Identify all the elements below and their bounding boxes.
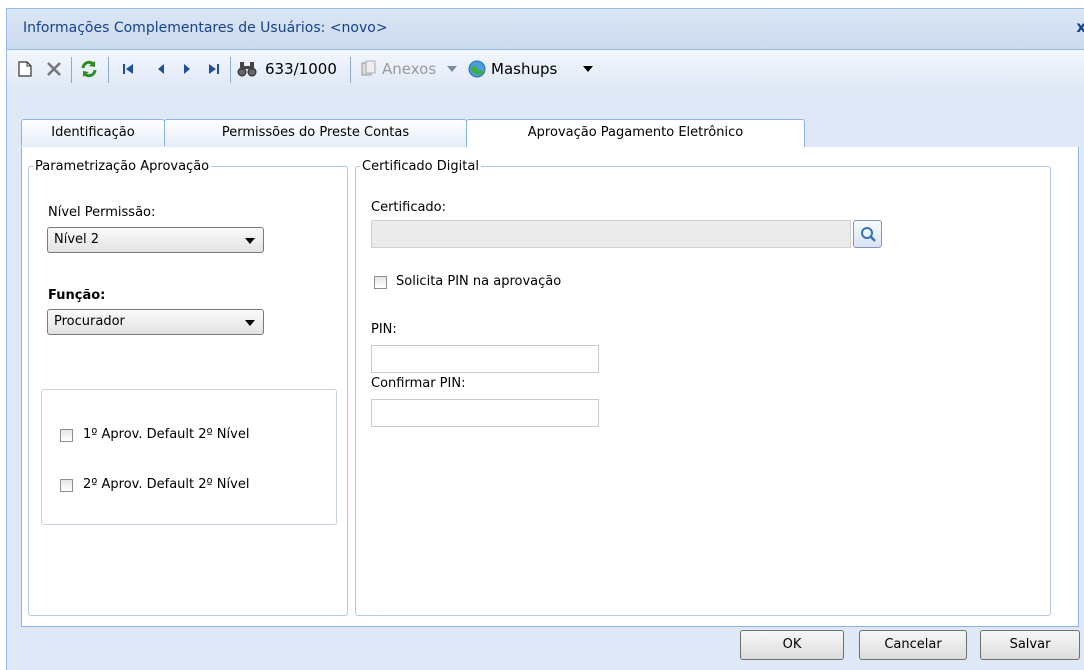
first-record-icon[interactable] [117,58,139,80]
chevron-down-icon [245,320,255,326]
solicita-pin-checkbox[interactable] [374,276,387,289]
nivel-permissao-value: Nível 2 [54,232,100,247]
refresh-icon[interactable] [77,58,101,80]
tab-strip: Identificação Permissões do Preste Conta… [21,119,1079,148]
cancel-button[interactable]: Cancelar [859,630,967,660]
aprov-default-group [41,389,337,525]
delete-icon[interactable] [43,58,65,80]
search-binoculars-icon[interactable] [235,58,259,80]
nivel-permissao-label: Nível Permissão: [48,205,156,220]
record-counter: 633/1000 [265,60,337,78]
toolbar-separator [71,57,72,83]
certificado-digital-legend: Certificado Digital [362,159,479,174]
funcao-select[interactable]: Procurador [47,309,264,335]
funcao-value: Procurador [54,314,125,329]
next-record-icon[interactable] [177,58,197,80]
mashups-button[interactable]: Mashups [491,60,557,78]
certificado-label: Certificado: [371,200,447,215]
certificado-field[interactable] [371,220,851,248]
last-record-icon[interactable] [203,58,225,80]
toolbar-separator [230,57,231,83]
aprov2-default-label: 2º Aprov. Default 2º Nível [83,477,250,492]
chevron-down-icon[interactable] [445,58,459,80]
mashups-globe-icon[interactable] [465,58,489,80]
funcao-label: Função: [48,288,106,303]
ok-button[interactable]: OK [740,630,844,660]
tab-content: Parametrização Aprovação Nível Permissão… [21,147,1079,627]
chevron-down-icon[interactable] [581,58,595,80]
tab-permissoes-preste-contas[interactable]: Permissões do Preste Contas [164,119,467,146]
tab-label: Identificação [51,125,135,140]
previous-record-icon[interactable] [151,58,171,80]
tab-aprovacao-pagamento-eletronico[interactable]: Aprovação Pagamento Eletrônico [466,119,805,148]
close-icon[interactable]: x [1076,18,1084,36]
chevron-down-icon [245,238,255,244]
param-aprovacao-legend: Parametrização Aprovação [35,159,210,174]
new-document-icon[interactable] [15,58,35,80]
window-title: Informações Complementares de Usuários: … [23,20,388,36]
tab-label: Permissões do Preste Contas [221,125,410,140]
tab-identificacao[interactable]: Identificação [21,119,165,146]
anexos-button[interactable]: Anexos [382,60,436,78]
pin-label: PIN: [371,322,397,337]
pin-field[interactable] [371,345,599,373]
confirmar-pin-field[interactable] [371,399,599,427]
confirmar-pin-label: Confirmar PIN: [371,376,466,391]
search-icon [860,227,876,242]
toolbar: 633/1000 Anexos Mashups [7,50,1084,90]
attachments-icon[interactable] [357,58,381,80]
solicita-pin-label: Solicita PIN na aprovação [396,274,562,289]
search-certificado-button[interactable] [853,220,882,248]
dialog-window: Informações Complementares de Usuários: … [6,8,1084,670]
nivel-permissao-select[interactable]: Nível 2 [47,227,264,253]
aprov1-default-checkbox[interactable] [60,429,73,442]
toolbar-separator [350,57,351,83]
toolbar-separator [108,57,109,83]
title-bar: Informações Complementares de Usuários: … [7,9,1084,50]
aprov2-default-checkbox[interactable] [60,479,73,492]
aprov1-default-label: 1º Aprov. Default 2º Nível [83,427,250,442]
save-button[interactable]: Salvar [980,630,1080,660]
tab-label: Aprovação Pagamento Eletrônico [527,125,744,140]
